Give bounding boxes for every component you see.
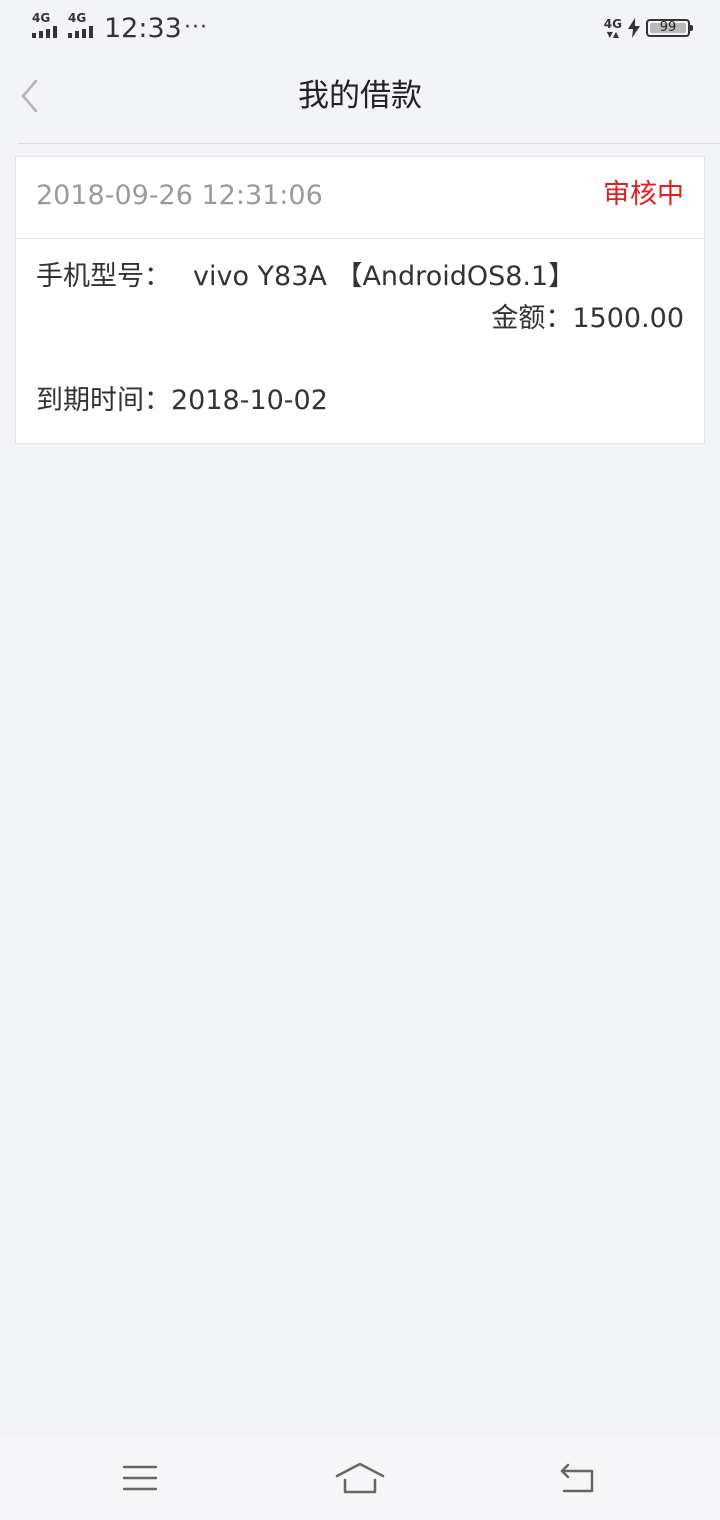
menu-icon: [123, 1465, 157, 1491]
charging-bolt-icon: [628, 18, 640, 38]
data-activity-icon: 4G ▼▲: [603, 16, 622, 39]
status-bar: 4G 4G 12:33 ··· 4G ▼▲ 99: [0, 0, 720, 56]
network-type-label: 4G: [603, 16, 622, 31]
due-date-label: 到期时间：: [36, 385, 171, 416]
home-icon: [335, 1462, 385, 1494]
due-date-row: 到期时间：2018-10-02: [36, 384, 328, 418]
loan-card-header: 2018-09-26 12:31:06 审核中: [16, 157, 704, 239]
system-back-button[interactable]: [548, 1452, 608, 1504]
device-model-value: vivo Y83A 【AndroidOS8.1】: [193, 261, 576, 292]
loan-record-card[interactable]: 2018-09-26 12:31:06 审核中 手机型号： vivo Y83A 【…: [15, 156, 705, 444]
nav-divider: [18, 143, 720, 144]
due-date-value: 2018-10-02: [171, 385, 328, 416]
more-notifications-icon: ···: [184, 15, 208, 40]
home-button[interactable]: [330, 1452, 390, 1504]
signal-strength-icon: 4G: [68, 12, 102, 42]
signal-strength-icon: 4G: [32, 12, 66, 42]
device-model-label: 手机型号：: [36, 261, 171, 292]
status-clock: 12:33: [104, 13, 182, 44]
amount-label: 金额：: [491, 303, 573, 334]
battery-level: 99: [659, 20, 677, 35]
menu-button[interactable]: [110, 1452, 170, 1504]
status-right-group: 4G ▼▲ 99: [603, 14, 693, 42]
amount-value: 1500.00: [572, 303, 684, 334]
network-type-label: 4G: [32, 11, 51, 25]
back-arrow-icon: [560, 1463, 594, 1493]
status-badge: 审核中: [603, 179, 684, 210]
navigation-bar: 我的借款: [0, 56, 720, 144]
battery-icon: 99: [646, 19, 693, 37]
page-title: 我的借款: [298, 78, 422, 114]
loan-datetime: 2018-09-26 12:31:06: [36, 180, 323, 211]
amount-row: 金额：1500.00: [491, 302, 684, 336]
device-model-row: 手机型号： vivo Y83A 【AndroidOS8.1】: [36, 260, 575, 294]
system-navigation-bar: [0, 1436, 720, 1520]
network-type-label: 4G: [68, 11, 87, 25]
